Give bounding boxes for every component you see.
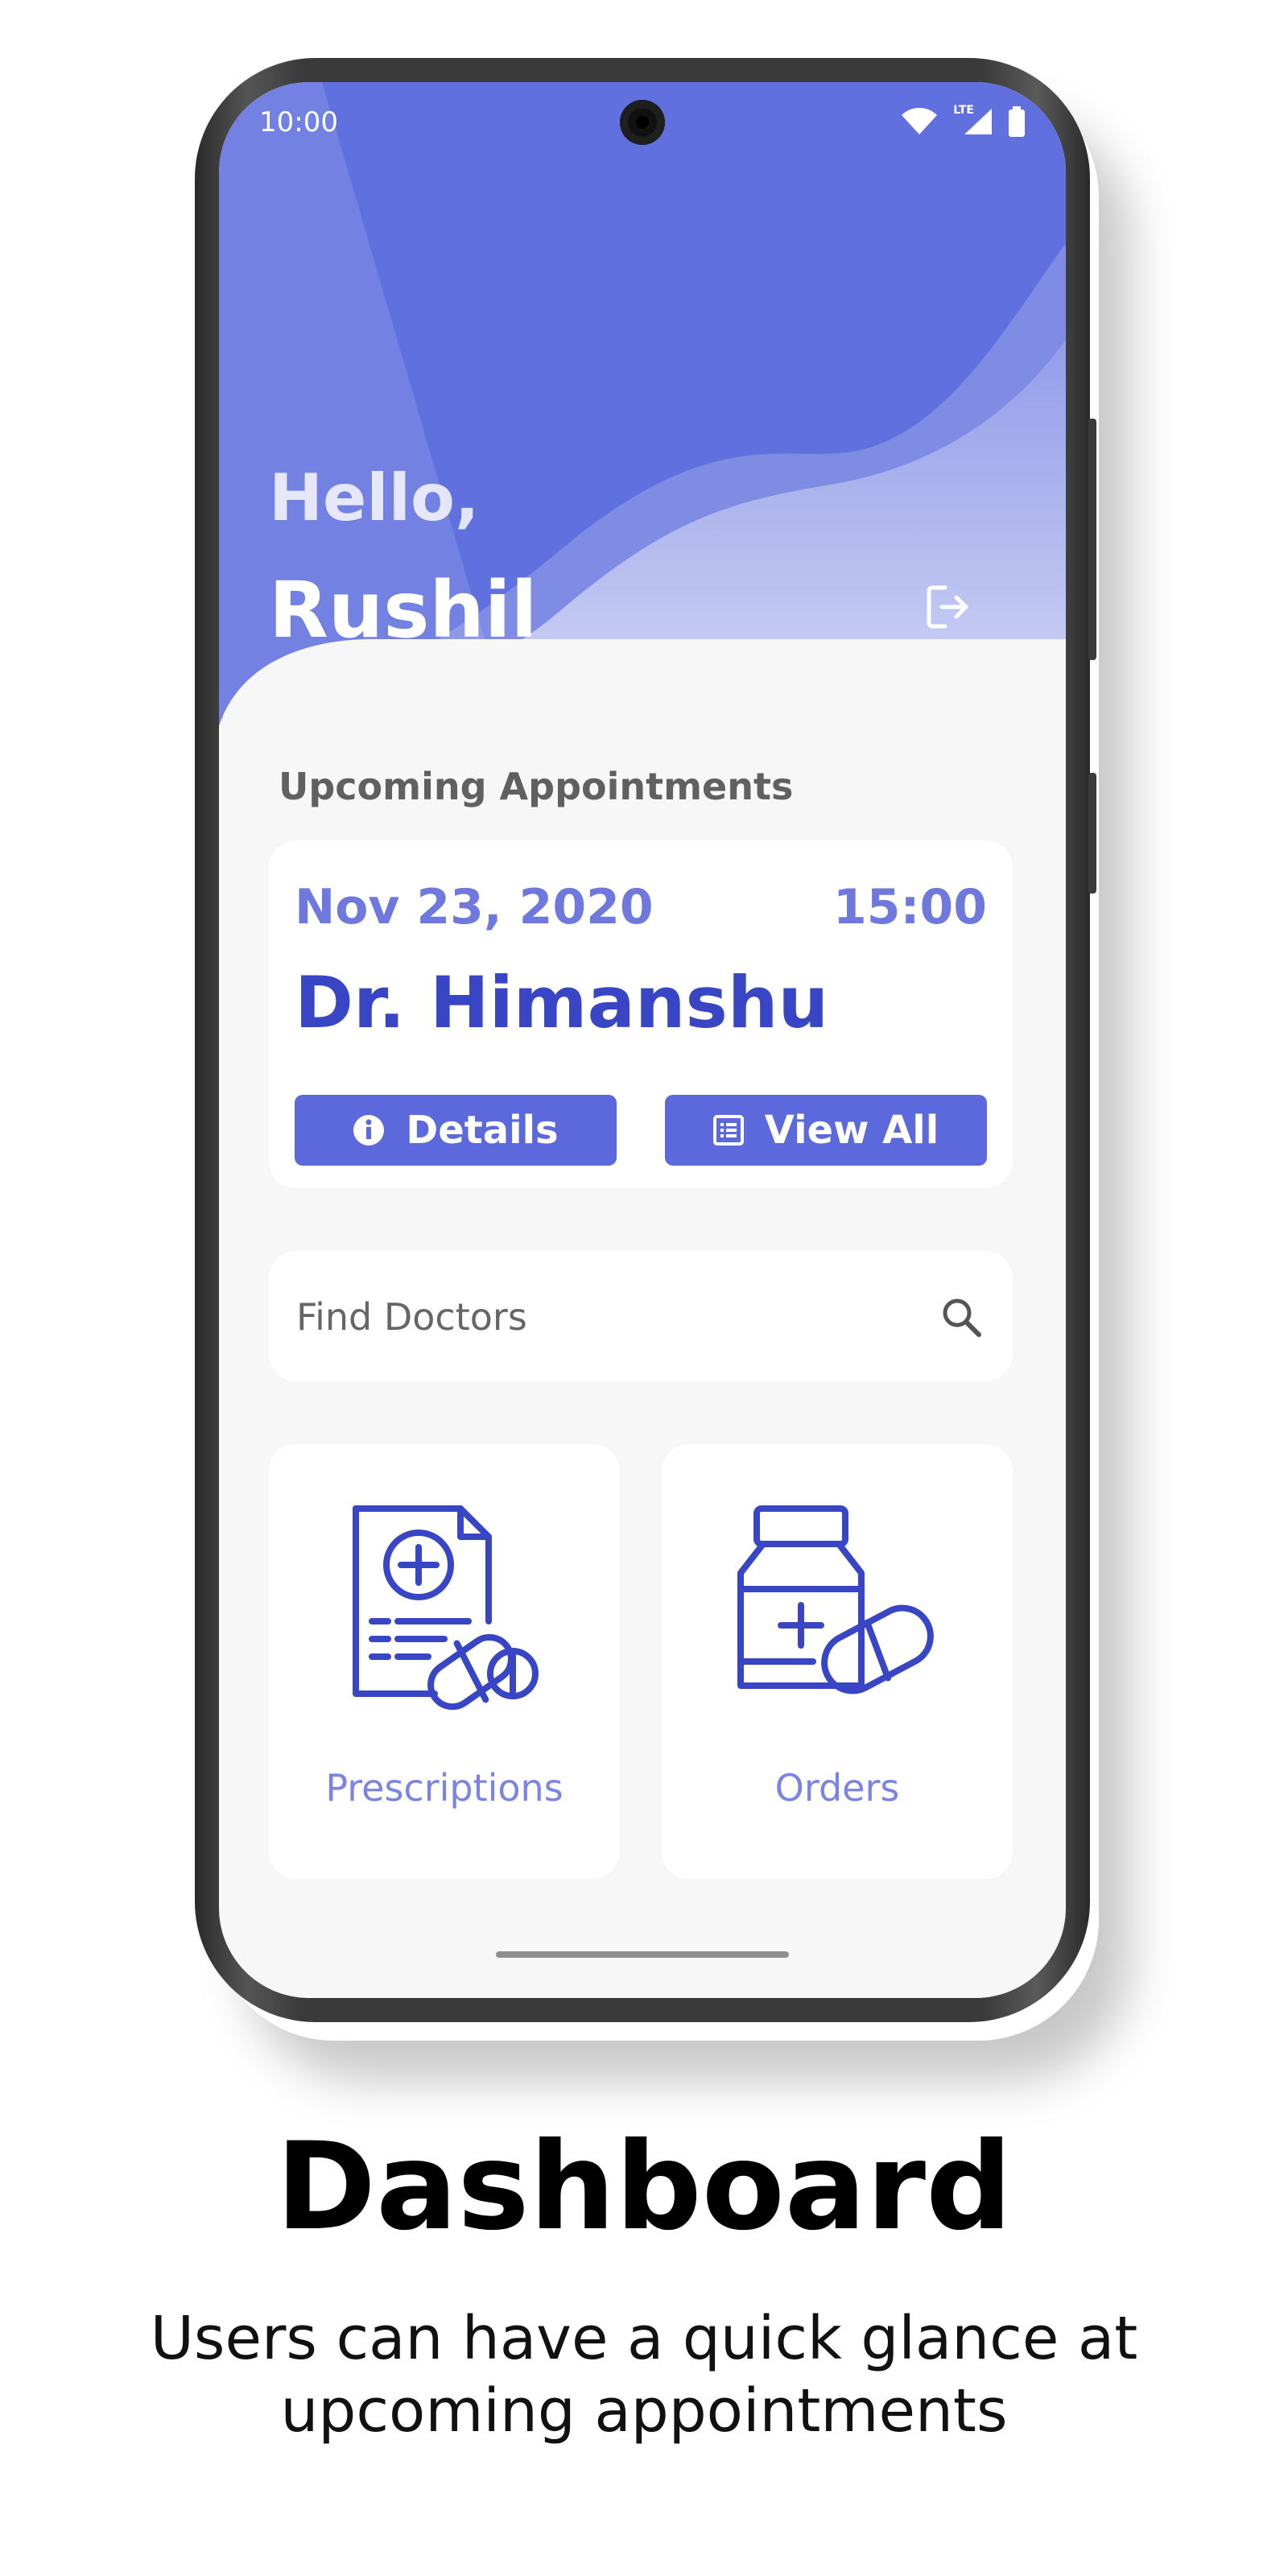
find-doctors-search bbox=[269, 1251, 1013, 1383]
appointment-card: Nov 23, 2020 15:00 Dr. Himanshu Details … bbox=[269, 840, 1013, 1188]
status-bar: 10:00 LTE bbox=[219, 82, 1066, 171]
appointment-time: 15:00 bbox=[833, 879, 987, 935]
tile-prescriptions-label: Prescriptions bbox=[325, 1766, 564, 1810]
status-time: 10:00 bbox=[259, 106, 338, 138]
search-input[interactable] bbox=[295, 1251, 910, 1383]
section-title-upcoming-appointments: Upcoming Appointments bbox=[279, 765, 794, 808]
user-name: Rushil bbox=[269, 565, 538, 655]
wifi-icon bbox=[902, 108, 938, 134]
caption-subtitle-line2: upcoming appointments bbox=[280, 2376, 1008, 2446]
home-indicator[interactable] bbox=[496, 1951, 789, 1958]
greeting-hello: Hello, bbox=[269, 460, 480, 535]
details-button[interactable]: Details bbox=[295, 1095, 617, 1166]
info-icon bbox=[353, 1115, 385, 1146]
tile-orders-label: Orders bbox=[774, 1766, 900, 1810]
caption-title: Dashboard bbox=[275, 2117, 1013, 2257]
caption-subtitle: Users can have a quick glance at upcomin… bbox=[80, 2302, 1208, 2447]
prescription-icon bbox=[353, 1505, 539, 1710]
list-icon bbox=[712, 1115, 744, 1146]
caption-subtitle-line1: Users can have a quick glance at bbox=[150, 2304, 1138, 2373]
logout-button[interactable] bbox=[924, 583, 972, 631]
medicine-bottle-icon bbox=[737, 1505, 934, 1695]
logout-icon bbox=[927, 585, 968, 629]
view-all-button[interactable]: View All bbox=[665, 1095, 987, 1166]
view-all-button-label: View All bbox=[764, 1108, 939, 1153]
volume-button bbox=[1088, 419, 1096, 660]
network-type-label: LTE bbox=[953, 104, 974, 117]
front-camera bbox=[620, 100, 665, 145]
power-button bbox=[1088, 773, 1096, 894]
appointment-doctor: Dr. Himanshu bbox=[295, 961, 829, 1044]
tile-prescriptions[interactable]: Prescriptions bbox=[269, 1444, 620, 1879]
search-icon[interactable] bbox=[939, 1294, 984, 1340]
battery-icon bbox=[1009, 106, 1025, 137]
details-button-label: Details bbox=[406, 1108, 559, 1153]
appointment-date: Nov 23, 2020 bbox=[295, 879, 654, 935]
phone-screen: 10:00 LTE Hello, Rushil Upcoming Appoint… bbox=[219, 82, 1066, 1998]
status-icons: LTE bbox=[900, 104, 1026, 137]
tile-orders[interactable]: Orders bbox=[662, 1444, 1013, 1879]
